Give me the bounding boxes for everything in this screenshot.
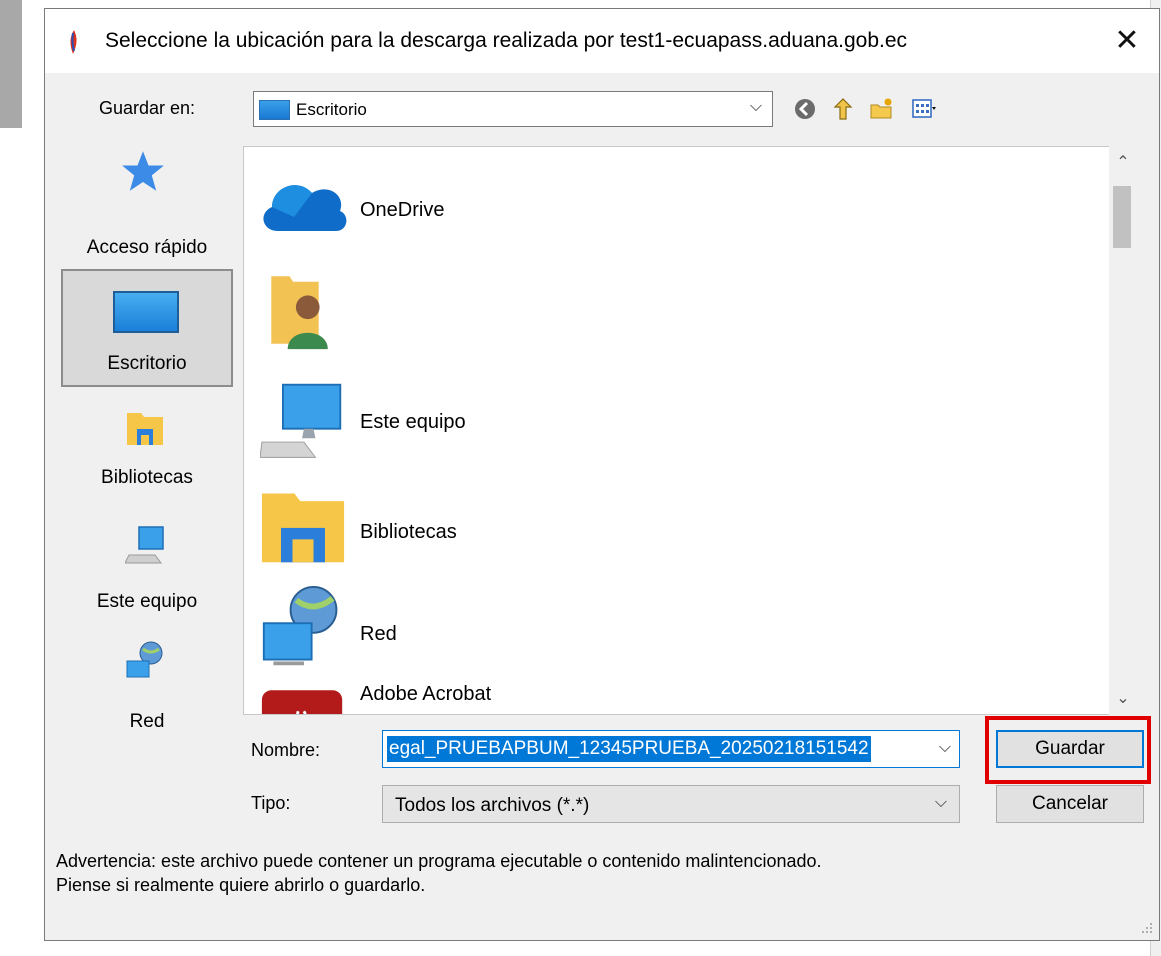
background-window-edge — [0, 0, 22, 128]
place-label: Bibliotecas — [101, 467, 193, 488]
desktop-icon — [259, 100, 290, 120]
list-item[interactable]: Este equipo — [258, 375, 1098, 471]
file-name: Bibliotecas — [360, 521, 457, 543]
file-name-input[interactable]: egal_PRUEBAPBUM_12345PRUEBA_202502181515… — [382, 730, 960, 768]
up-folder-icon[interactable] — [831, 97, 855, 121]
cancel-button[interactable]: Cancelar — [996, 785, 1144, 823]
place-libraries[interactable]: Bibliotecas — [61, 403, 233, 507]
background-window-edge-lower — [0, 140, 45, 258]
file-name: OneDrive — [360, 199, 445, 221]
list-item[interactable]: Adobe Acrobat — [258, 675, 1098, 714]
libraries-icon — [261, 493, 345, 563]
list-item[interactable]: OneDrive — [258, 159, 1098, 255]
libraries-icon — [127, 413, 163, 445]
resize-grip-icon[interactable] — [1141, 922, 1153, 934]
network-icon — [126, 641, 163, 678]
computer-icon — [125, 526, 164, 564]
computer-icon — [260, 383, 342, 458]
scroll-up-arrow-icon[interactable]: ⌃ — [1109, 152, 1137, 172]
place-label: Red — [129, 711, 165, 732]
save-dialog: Seleccione la ubicación para la descarga… — [44, 8, 1160, 941]
desktop-icon — [113, 291, 179, 333]
title-bar: Seleccione la ubicación para la descarga… — [45, 9, 1159, 73]
warning-text: Advertencia: este archivo puede contener… — [56, 849, 822, 897]
onedrive-icon — [263, 185, 347, 231]
list-item[interactable] — [258, 265, 1098, 361]
file-type-select[interactable]: Todos los archivos (*.*) ⌵ — [382, 785, 960, 823]
file-list: OneDrive Este equipo Bibliotecas Red Ado… — [243, 146, 1137, 715]
place-quick-access[interactable]: Acceso rápido — [61, 149, 233, 267]
scrollbar-thumb[interactable] — [1113, 186, 1131, 248]
save-in-label: Guardar en: — [99, 98, 196, 118]
type-label: Tipo: — [251, 793, 291, 813]
save-in-dropdown[interactable]: Escritorio ⌵ — [253, 91, 773, 127]
list-item[interactable]: Red — [258, 583, 1098, 679]
app-icon — [70, 30, 77, 54]
acrobat-icon — [261, 690, 343, 714]
user-folder-icon — [271, 276, 328, 350]
places-bar: Acceso rápido Escritorio Bibliotecas Est… — [57, 141, 235, 741]
place-label: Acceso rápido — [86, 237, 208, 258]
warning-line-1: Advertencia: este archivo puede contener… — [56, 851, 822, 871]
new-folder-icon[interactable] — [869, 97, 893, 121]
save-in-value: Escritorio — [296, 100, 367, 119]
network-icon — [262, 585, 338, 666]
file-type-value: Todos los archivos (*.*) — [395, 795, 590, 816]
file-list-scrollbar[interactable]: ⌃ ⌄ — [1109, 146, 1137, 715]
place-label: Escritorio — [107, 353, 187, 374]
view-menu-icon[interactable] — [907, 97, 941, 121]
list-item[interactable]: Bibliotecas — [258, 481, 1098, 577]
annotation-highlight — [985, 716, 1151, 784]
file-name: Este equipo — [360, 411, 466, 433]
close-button[interactable]: ✕ — [1109, 23, 1145, 59]
file-name: Adobe Acrobat — [360, 683, 492, 705]
place-label: Este equipo — [96, 591, 198, 612]
star-icon — [122, 151, 164, 191]
name-label: Nombre: — [251, 740, 321, 760]
warning-line-2: Piense si realmente quiere abrirlo o gua… — [56, 875, 426, 895]
dialog-title: Seleccione la ubicación para la descarga… — [105, 29, 908, 52]
place-desktop[interactable]: Escritorio — [61, 269, 233, 387]
chevron-down-icon: ⌵ — [934, 794, 947, 811]
chevron-down-icon: ⌵ — [749, 98, 762, 115]
back-icon[interactable] — [793, 97, 817, 121]
place-network[interactable]: Red — [61, 641, 233, 741]
file-name: Red — [360, 623, 397, 645]
place-this-pc[interactable]: Este equipo — [61, 523, 233, 627]
scroll-down-arrow-icon[interactable]: ⌄ — [1109, 688, 1137, 708]
chevron-down-icon[interactable]: ⌵ — [939, 739, 951, 757]
file-name-value: egal_PRUEBAPBUM_12345PRUEBA_202502181515… — [387, 736, 871, 762]
